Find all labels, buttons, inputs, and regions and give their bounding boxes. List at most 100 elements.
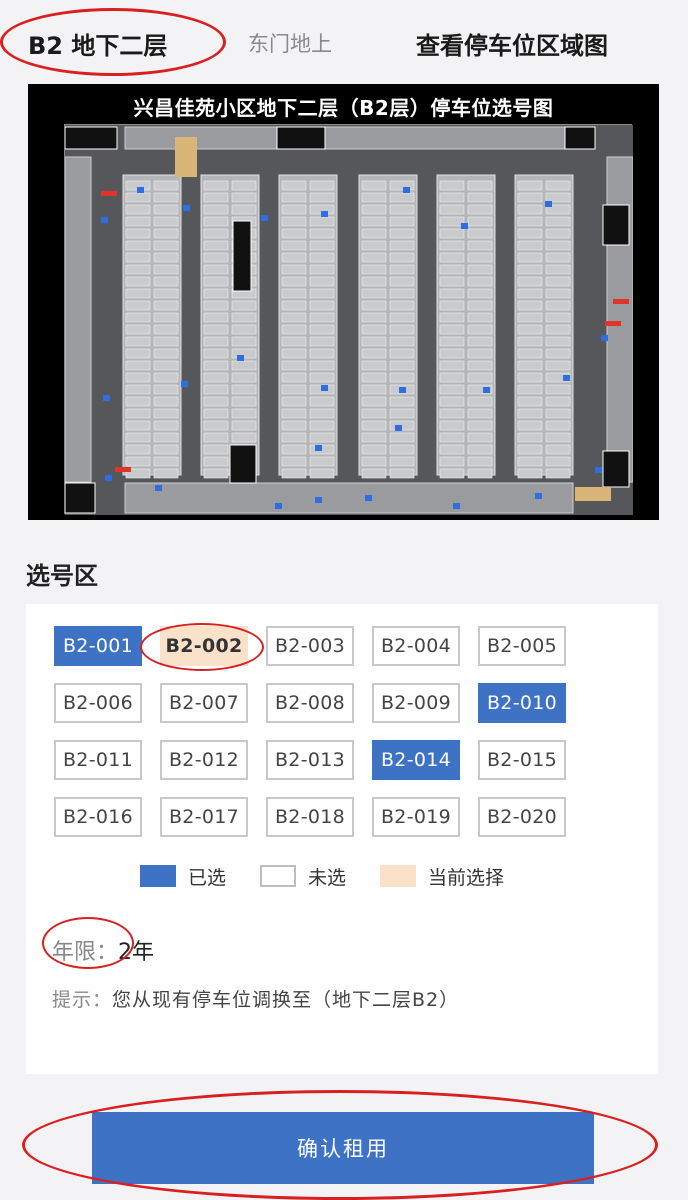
parking-spot-b2-003[interactable]: B2-003: [266, 626, 354, 666]
map-stall: [361, 324, 387, 335]
map-stall: [203, 180, 229, 191]
map-stall-strip: [124, 482, 574, 514]
parking-spot-b2-012[interactable]: B2-012: [160, 740, 248, 780]
map-marker: [395, 425, 402, 431]
map-stall: [281, 216, 307, 227]
map-stall: [467, 288, 493, 299]
parking-spot-b2-009[interactable]: B2-009: [372, 683, 460, 723]
map-stall: [203, 288, 229, 299]
tab-b2[interactable]: B2 地下二层: [28, 26, 167, 61]
map-stall: [231, 336, 257, 347]
map-stall: [309, 396, 335, 407]
map-stall: [281, 420, 307, 431]
legend-taken: 已选: [140, 863, 226, 890]
map-stall: [517, 192, 543, 203]
map-stall: [439, 312, 465, 323]
map-stall: [309, 252, 335, 263]
map-stall: [467, 420, 493, 431]
parking-spot-b2-018[interactable]: B2-018: [266, 797, 354, 837]
map-stall: [517, 276, 543, 287]
map-marker: [137, 187, 144, 193]
map-stall: [231, 324, 257, 335]
hint-row: 提示：您从现有停车位调换至（地下二层B2）: [52, 985, 459, 1012]
map-marker: [155, 485, 162, 491]
parking-spot-b2-020[interactable]: B2-020: [478, 797, 566, 837]
map-stall: [439, 264, 465, 275]
map-stall: [517, 372, 543, 383]
map-stall: [309, 276, 335, 287]
map-marker: [453, 503, 460, 509]
map-stall: [545, 408, 571, 419]
map-stall: [203, 252, 229, 263]
map-facility: [602, 204, 630, 246]
parking-spot-b2-011[interactable]: B2-011: [54, 740, 142, 780]
map-stall: [545, 444, 571, 455]
map-stall: [545, 396, 571, 407]
map-stall: [125, 432, 151, 443]
tab-east-gate[interactable]: 东门地上: [248, 28, 332, 58]
map-stall: [389, 468, 415, 479]
parking-spot-b2-017[interactable]: B2-017: [160, 797, 248, 837]
map-stall: [203, 432, 229, 443]
map-stall: [389, 300, 415, 311]
map-stall: [309, 264, 335, 275]
parking-spot-b2-006[interactable]: B2-006: [54, 683, 142, 723]
legend-free-label: 未选: [308, 866, 347, 889]
map-stall: [439, 228, 465, 239]
parking-spot-b2-002[interactable]: B2-002: [160, 626, 248, 666]
map-stall: [309, 216, 335, 227]
parking-spot-b2-016[interactable]: B2-016: [54, 797, 142, 837]
term-value[interactable]: 2年: [118, 940, 154, 965]
map-stall: [203, 336, 229, 347]
floor-plan-drawing: [65, 125, 633, 515]
map-stall: [125, 324, 151, 335]
parking-spot-b2-014[interactable]: B2-014: [372, 740, 460, 780]
legend-taken-label: 已选: [188, 866, 227, 889]
map-stall: [545, 252, 571, 263]
map-stall: [439, 372, 465, 383]
map-stall: [361, 456, 387, 467]
parking-spot-b2-004[interactable]: B2-004: [372, 626, 460, 666]
hint-label: 提示：: [52, 989, 113, 1011]
map-stall: [281, 468, 307, 479]
view-area-map-link[interactable]: 查看停车位区域图: [416, 26, 608, 61]
map-stall: [203, 396, 229, 407]
parking-spot-b2-001[interactable]: B2-001: [54, 626, 142, 666]
map-stall: [517, 240, 543, 251]
parking-spot-b2-019[interactable]: B2-019: [372, 797, 460, 837]
confirm-rent-button[interactable]: 确认租用: [92, 1112, 594, 1184]
term-label: 年限：: [52, 940, 119, 965]
map-stall: [361, 312, 387, 323]
parking-map[interactable]: 兴昌佳苑小区地下二层（B2层）停车位选号图: [28, 84, 659, 520]
parking-spot-b2-008[interactable]: B2-008: [266, 683, 354, 723]
map-stall: [203, 408, 229, 419]
parking-spot-b2-010[interactable]: B2-010: [478, 683, 566, 723]
legend-current: 当前选择: [380, 863, 504, 890]
map-stall: [467, 432, 493, 443]
map-stall: [153, 408, 179, 419]
map-stall: [281, 348, 307, 359]
map-stall: [203, 228, 229, 239]
map-stall: [467, 264, 493, 275]
map-stall: [125, 420, 151, 431]
map-stall: [231, 180, 257, 191]
map-stall: [281, 444, 307, 455]
map-marker: [321, 385, 328, 391]
map-stall: [467, 456, 493, 467]
parking-spot-b2-005[interactable]: B2-005: [478, 626, 566, 666]
parking-spot-b2-013[interactable]: B2-013: [266, 740, 354, 780]
parking-spot-b2-015[interactable]: B2-015: [478, 740, 566, 780]
map-stall: [389, 408, 415, 419]
map-stall: [517, 312, 543, 323]
map-stall: [125, 408, 151, 419]
map-stall: [309, 228, 335, 239]
map-stall: [309, 408, 335, 419]
map-stall: [281, 324, 307, 335]
map-marker: [483, 387, 490, 393]
map-stall: [309, 348, 335, 359]
map-stall: [203, 468, 229, 479]
map-stall: [545, 384, 571, 395]
map-stall: [517, 216, 543, 227]
parking-spot-b2-007[interactable]: B2-007: [160, 683, 248, 723]
map-marker-red: [115, 467, 131, 472]
